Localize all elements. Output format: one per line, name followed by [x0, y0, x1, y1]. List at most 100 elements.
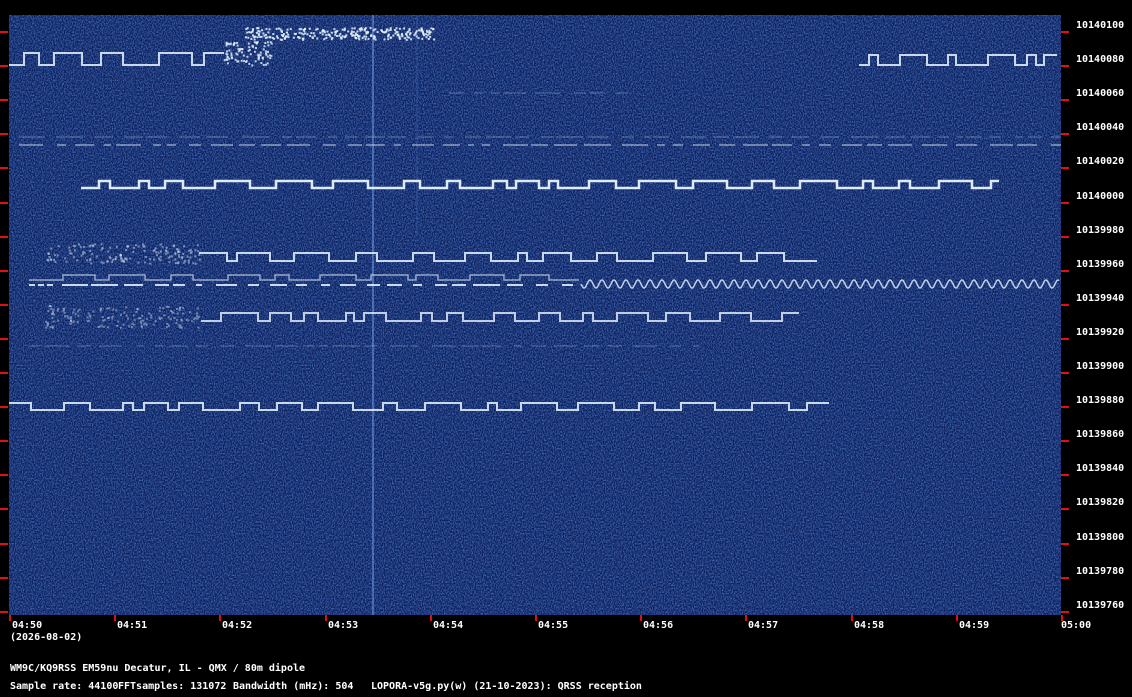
signal-ghost-lower — [111, 317, 114, 320]
signal-burst-top — [365, 35, 368, 38]
frequency-label: 10139860 — [1076, 429, 1125, 440]
signal-burst-triangle — [245, 60, 247, 63]
signal-ghost-upper — [89, 244, 92, 247]
frequency-tick — [1061, 31, 1069, 33]
signal-burst-top — [425, 29, 428, 32]
frequency-tick — [0, 99, 8, 101]
signal-burst-top — [415, 30, 418, 33]
signal-ghost-upper — [192, 262, 195, 265]
signal-ghost-lower — [108, 316, 111, 319]
signal-ghost-upper — [122, 260, 125, 263]
signal-burst-top — [429, 31, 432, 34]
signal-burst-top — [358, 38, 361, 41]
signal-ghost-lower — [176, 307, 178, 310]
signal-ghost-upper — [154, 247, 157, 250]
signal-ghost-upper — [120, 258, 123, 261]
signal-ghost-upper — [78, 243, 80, 246]
signal-ghost-upper — [100, 243, 103, 246]
signal-burst-top — [298, 28, 301, 31]
signal-burst-top — [341, 28, 344, 31]
signal-ghost-lower — [150, 316, 153, 319]
signal-ghost-upper — [137, 261, 140, 264]
frequency-tick — [0, 543, 8, 545]
sample-rate-info: Sample rate: 44100 — [10, 681, 119, 692]
signal-burst-top — [394, 29, 396, 31]
signal-ghost-lower — [72, 320, 75, 323]
signal-burst-triangle — [267, 44, 270, 47]
signal-burst-top — [353, 27, 356, 30]
signal-burst-top — [293, 32, 296, 35]
signal-burst-top — [427, 38, 430, 40]
signal-ghost-upper — [90, 262, 93, 265]
signal-ghost-upper — [164, 249, 167, 252]
frequency-tick — [1061, 236, 1069, 238]
signal-burst-top — [421, 37, 424, 40]
signal-ghost-upper — [182, 252, 185, 255]
signal-ghost-lower — [178, 324, 181, 327]
signal-ghost-lower — [196, 312, 199, 315]
frequency-tick — [1061, 338, 1069, 340]
signal-burst-top — [339, 33, 342, 36]
signal-ghost-lower — [196, 307, 199, 310]
signal-ghost-lower — [92, 310, 95, 313]
signal-burst-top — [374, 28, 377, 31]
frequency-tick — [0, 440, 8, 442]
signal-burst-top — [321, 33, 324, 36]
signal-ghost-upper — [95, 255, 98, 258]
time-tick — [851, 615, 853, 621]
frequency-tick — [1061, 508, 1069, 510]
signal-ghost-lower — [57, 308, 60, 310]
signal-burst-triangle — [262, 63, 265, 66]
signal-burst-top — [277, 27, 280, 30]
signal-ghost-upper — [167, 256, 170, 259]
signal-burst-triangle — [226, 53, 229, 56]
signal-ghost-upper — [187, 261, 190, 264]
signal-burst-triangle — [253, 50, 256, 53]
signal-ghost-upper — [125, 249, 128, 251]
signal-burst-top — [323, 38, 326, 41]
signal-burst-top — [297, 36, 300, 39]
signal-burst-triangle — [259, 54, 262, 57]
signal-burst-top — [423, 34, 425, 37]
signal-ghost-upper — [159, 255, 162, 258]
signal-ghost-lower — [103, 318, 106, 321]
signal-burst-top — [398, 27, 401, 30]
signal-burst-top — [304, 32, 307, 35]
signal-ghost-lower — [148, 312, 150, 315]
time-label: 04:51 — [117, 620, 148, 631]
signal-burst-top — [282, 33, 285, 35]
signal-burst-top — [264, 36, 267, 39]
signal-ghost-upper — [194, 255, 197, 258]
bandwidth-info: Bandwidth (mHz): 504 — [233, 681, 354, 692]
signal-ghost-upper — [143, 245, 146, 248]
signal-ghost-lower — [51, 316, 54, 319]
signal-ghost-upper — [158, 257, 160, 260]
frequency-label: 10139900 — [1076, 361, 1125, 372]
signal-burst-top — [369, 27, 372, 30]
signal-burst-top — [389, 27, 392, 30]
signal-ghost-lower — [142, 319, 144, 322]
signal-burst-top — [387, 33, 390, 36]
signal-ghost-upper — [89, 250, 92, 252]
signal-ghost-upper — [89, 257, 92, 260]
time-tick — [9, 615, 11, 621]
frequency-tick — [0, 508, 8, 510]
signal-ghost-upper — [47, 259, 50, 262]
signal-burst-triangle — [235, 52, 238, 55]
signal-ghost-upper — [106, 260, 109, 262]
signal-burst-top — [432, 28, 435, 31]
signal-ghost-lower — [170, 309, 172, 312]
signal-ghost-upper — [107, 250, 110, 253]
signal-ghost-upper — [174, 262, 177, 264]
signal-ghost-upper — [57, 245, 60, 248]
signal-ghost-upper — [68, 246, 71, 249]
signal-burst-top — [255, 31, 258, 34]
signal-ghost-lower — [47, 310, 50, 312]
signal-burst-top — [267, 31, 270, 34]
frequency-label: 10139980 — [1076, 225, 1125, 236]
signal-burst-triangle — [251, 64, 254, 67]
signal-burst-top — [408, 29, 411, 32]
signal-ghost-lower — [169, 318, 172, 321]
signal-ghost-upper — [134, 244, 137, 247]
frequency-tick — [0, 611, 8, 613]
